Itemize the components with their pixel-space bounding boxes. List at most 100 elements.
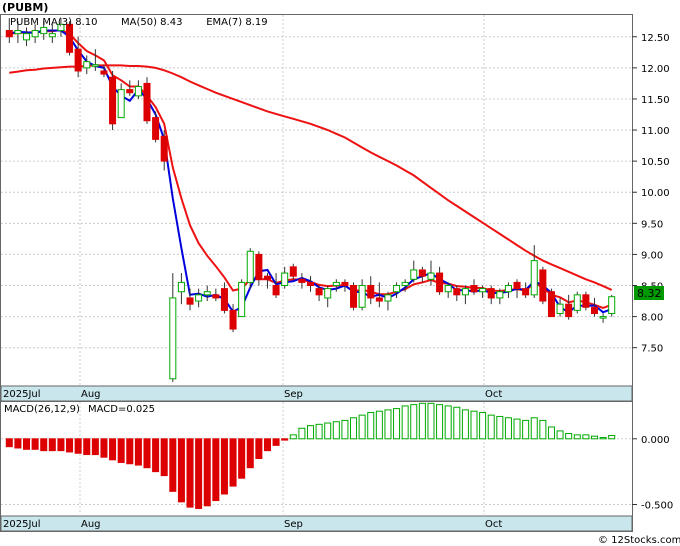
ticker-label: (PUBM) (2, 1, 48, 14)
macd-bar (91, 438, 99, 456)
last-price-value: 8.32 (637, 287, 662, 300)
macd-bar (401, 405, 409, 440)
candle-body (599, 316, 607, 319)
candle-body (31, 30, 39, 38)
price-tick-label: 12.00 (641, 64, 670, 75)
candle-body (229, 309, 237, 330)
candle-body (384, 294, 392, 302)
price-tick-label: 11.50 (641, 95, 670, 106)
candle-body (479, 288, 487, 293)
candle-body (358, 285, 366, 308)
candle-body (470, 285, 478, 293)
macd-bar (169, 438, 177, 492)
candle-body (496, 291, 504, 299)
macd-bar (160, 438, 168, 477)
candle-body (367, 285, 375, 299)
macd-bar (74, 438, 82, 454)
candle-body (522, 288, 530, 296)
month-tick-label: Oct (485, 389, 502, 400)
macd-bar (66, 438, 74, 453)
candle-body (427, 272, 435, 280)
candle-body (91, 64, 99, 67)
macd-bar (375, 410, 383, 440)
macd-bar (126, 438, 134, 465)
macd-bar (453, 406, 461, 440)
candle-body (100, 70, 108, 75)
candle-body (195, 294, 203, 302)
macd-bar (341, 419, 349, 440)
macd-tick-label: 0.000 (641, 435, 670, 446)
indicator-label: MA(50) 8.43 (121, 17, 182, 28)
macd-bar (246, 438, 254, 469)
candle-body (608, 296, 616, 314)
price-tick-label: 10.00 (641, 188, 670, 199)
candle-body (306, 281, 315, 287)
macd-tick-label: -0.500 (641, 500, 673, 511)
candle-body (23, 33, 31, 41)
candle-body (393, 285, 401, 293)
candle-body (556, 303, 564, 314)
macd-bar (281, 438, 289, 441)
candle-body (547, 291, 555, 318)
candle-body (160, 135, 168, 162)
month-tick-label: 2025Jul (3, 389, 41, 400)
candle-body (444, 285, 452, 293)
indicator-label: MA(3) 8.10 (42, 17, 97, 28)
macd-bar (436, 404, 444, 440)
candle-body (83, 61, 91, 69)
candle-body (246, 250, 254, 283)
candle-body (436, 272, 444, 293)
macd-bar (220, 438, 228, 495)
macd-bar (547, 426, 555, 440)
macd-bar (599, 436, 607, 440)
candle-body (48, 33, 56, 38)
macd-bar (487, 414, 495, 440)
macd-bar (134, 438, 142, 466)
price-tick-label: 7.50 (641, 344, 663, 355)
macd-bar (324, 422, 332, 440)
macd-label: MACD(26,12,9) (4, 404, 80, 415)
candle-body (255, 253, 263, 280)
macd-bar (350, 417, 358, 440)
macd-bar (530, 417, 538, 440)
month-tick-label: Oct (485, 519, 502, 530)
macd-bar (479, 412, 487, 440)
macd-bar (298, 427, 306, 440)
price-tick-label: 12.50 (641, 33, 670, 44)
macd-bar (556, 430, 564, 440)
candle-body (40, 26, 48, 35)
candle-body (117, 89, 125, 119)
candle-body (126, 89, 134, 94)
candle-body (375, 297, 383, 302)
macd-bar (444, 405, 452, 440)
candle-body (109, 76, 117, 125)
macd-bar (306, 425, 315, 440)
month-tick-label: 2025Jul (3, 519, 41, 530)
candle-body (281, 272, 289, 287)
month-tick-label: Sep (284, 519, 303, 530)
macd-bar (565, 433, 573, 440)
candle-body (487, 288, 495, 299)
macd-bar (83, 438, 91, 456)
month-tick-label: Aug (81, 389, 101, 400)
month-tick-label: Aug (81, 519, 101, 530)
macd-bar (229, 438, 237, 487)
candle-body (565, 303, 573, 318)
macd-bar (573, 434, 581, 440)
indicator-label: EMA(7) 8.19 (206, 17, 267, 28)
candle-body (513, 281, 521, 290)
macd-bar (177, 438, 185, 503)
candle-body (14, 30, 22, 35)
macd-bar (470, 410, 478, 440)
price-tick-label: 8.00 (641, 313, 663, 324)
macd-bar (315, 423, 323, 440)
candle-body (203, 291, 211, 296)
candle-body (401, 281, 409, 287)
macd-bar (590, 435, 598, 440)
month-tick-label: Sep (284, 389, 303, 400)
macd-bar (522, 419, 530, 440)
macd-bar (203, 438, 211, 507)
indicator-label: PUBM (10, 17, 39, 28)
candle-body (152, 117, 160, 140)
macd-bar (539, 419, 547, 440)
